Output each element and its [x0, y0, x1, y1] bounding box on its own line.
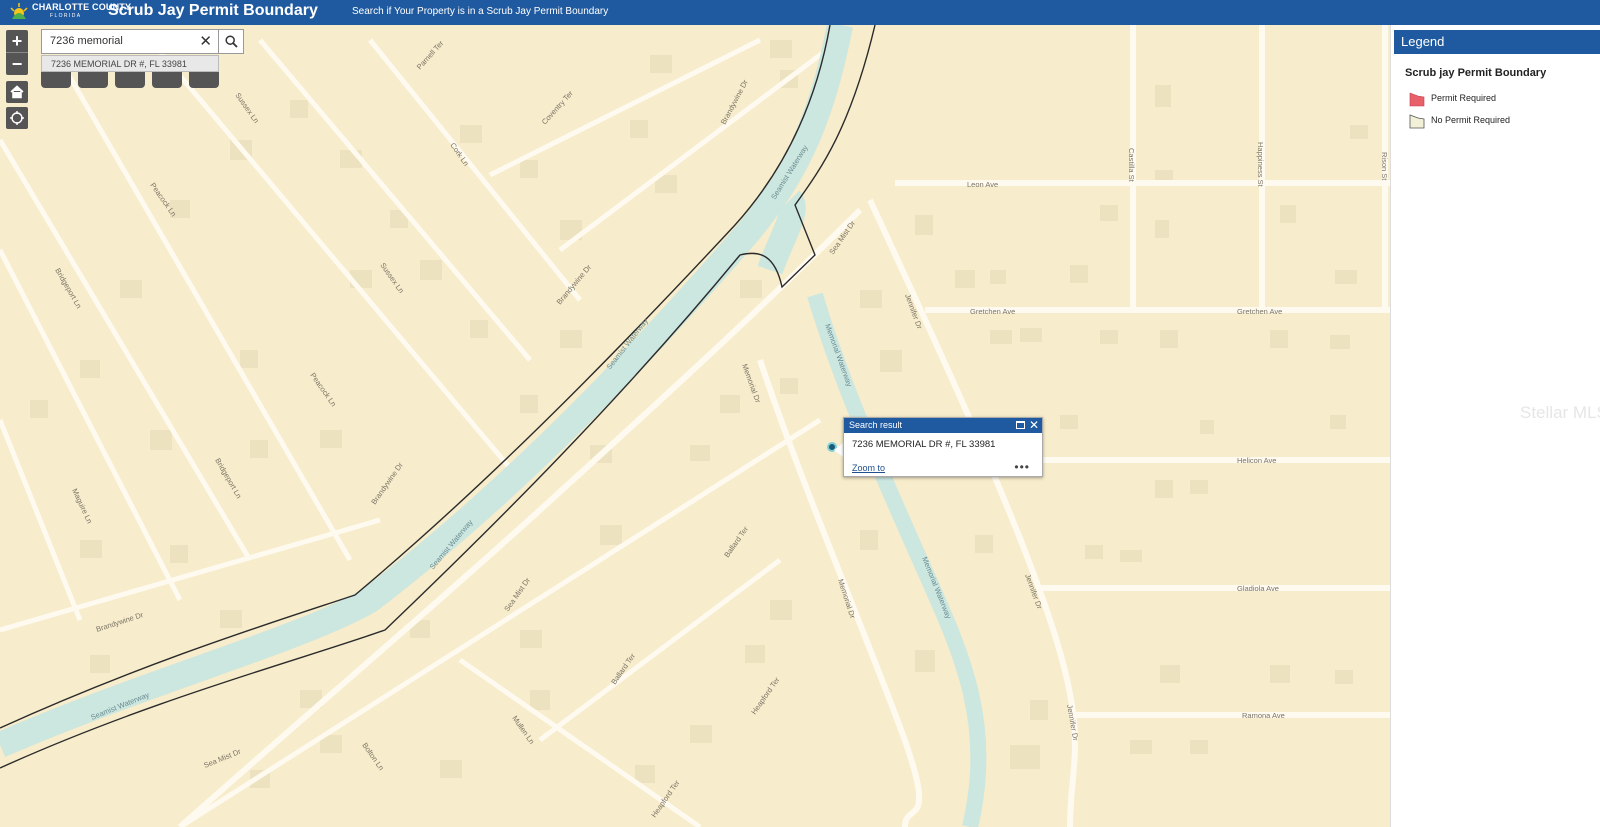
locate-button[interactable] — [6, 107, 28, 129]
legend-layer-title: Scrub jay Permit Boundary — [1405, 67, 1547, 79]
popup-title: Search result — [849, 420, 903, 430]
logo-state-name: FLORIDA — [50, 13, 82, 19]
road-label: Ramona Ave — [1242, 711, 1285, 720]
maximize-icon[interactable] — [1016, 421, 1025, 429]
close-icon[interactable]: ✕ — [1029, 418, 1039, 432]
popup-pointer — [834, 443, 843, 457]
sun-logo-icon — [10, 3, 28, 19]
app-header: CHARLOTTE COUNTY FLORIDA Scrub Jay Permi… — [0, 0, 1600, 25]
road-label: Castilla St — [1127, 148, 1136, 183]
road-label: Gladiola Ave — [1237, 584, 1279, 593]
home-button[interactable] — [6, 81, 28, 103]
county-logo[interactable]: CHARLOTTE COUNTY FLORIDA — [8, 1, 131, 23]
road-label: Leon Ave — [967, 180, 998, 189]
search-result-popup: Search result ✕ 7236 MEMORIAL DR #, FL 3… — [843, 417, 1043, 477]
popup-header: Search result ✕ — [844, 418, 1042, 433]
road-label: Rison St — [1380, 152, 1389, 181]
road-label: Gretchen Ave — [1237, 307, 1282, 316]
popup-address: 7236 MEMORIAL DR #, FL 33981 — [852, 439, 996, 450]
watermark: Stellar MLS — [1520, 403, 1600, 422]
search-button[interactable] — [219, 29, 244, 54]
search-suggestion[interactable]: 7236 MEMORIAL DR #, FL 33981 — [41, 55, 219, 72]
more-options-icon[interactable]: ••• — [1014, 460, 1030, 474]
zoom-in-button[interactable]: + — [6, 30, 28, 52]
home-icon — [10, 85, 24, 99]
legend-panel: Legend Scrub jay Permit Boundary Permit … — [1390, 25, 1600, 827]
zoom-out-button[interactable]: − — [6, 53, 28, 75]
app-subtitle: Search if Your Property is in a Scrub Ja… — [352, 6, 609, 17]
search-icon — [224, 35, 238, 48]
road-label: Gretchen Ave — [970, 307, 1015, 316]
zoom-control: + − — [6, 30, 28, 75]
clear-search-icon[interactable]: ✕ — [199, 33, 212, 50]
zoom-to-link[interactable]: Zoom to — [852, 463, 885, 473]
legend-label: Permit Required — [1431, 93, 1497, 103]
basemap: Parnell Ter Sussex Ln Cork Ln Coventry T… — [0, 25, 1390, 827]
legend-label: No Permit Required — [1431, 115, 1511, 125]
search-input[interactable] — [50, 35, 190, 47]
map-view[interactable]: Parnell Ter Sussex Ln Cork Ln Coventry T… — [0, 25, 1390, 827]
permit-required-swatch-icon — [1409, 92, 1425, 107]
road-label: Happiness St — [1256, 142, 1265, 188]
app-title: Scrub Jay Permit Boundary — [108, 2, 318, 19]
locate-icon — [10, 111, 24, 125]
no-permit-swatch-icon — [1409, 114, 1425, 129]
legend-header: Legend — [1394, 30, 1600, 54]
road-label: Helicon Ave — [1237, 456, 1276, 465]
search-box: ✕ — [41, 29, 219, 54]
